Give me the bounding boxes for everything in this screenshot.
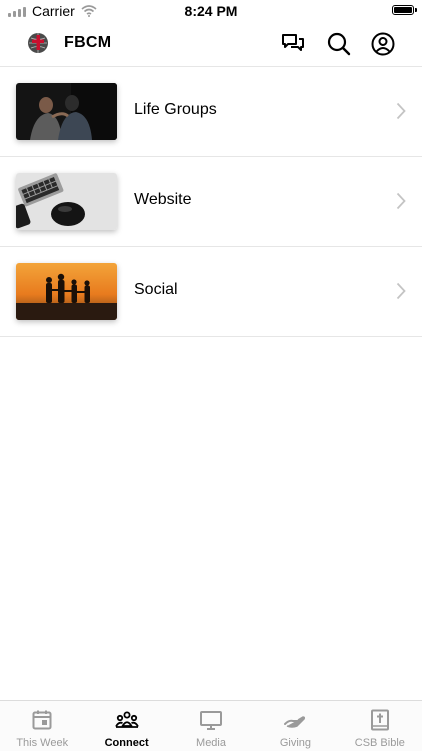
tab-bar: This Week Connect Media Giving CSB Bible xyxy=(0,700,422,751)
status-bar: Carrier 8:24 PM xyxy=(0,0,422,22)
list-item-label: Website xyxy=(134,191,192,208)
monitor-icon xyxy=(200,711,223,730)
people-icon xyxy=(114,711,139,728)
connect-list: Life Groups Website Social xyxy=(0,66,422,337)
app-header: FBCM xyxy=(0,22,422,66)
church-logo-icon xyxy=(28,33,48,53)
status-time: 8:24 PM xyxy=(184,3,238,19)
chevron-right-icon xyxy=(396,102,406,120)
chevron-right-icon xyxy=(396,192,406,210)
list-item-label: Social xyxy=(134,281,178,298)
website-image xyxy=(16,173,117,230)
tab-connect[interactable]: Connect xyxy=(84,701,168,751)
tab-csb-bible[interactable]: CSB Bible xyxy=(338,701,422,751)
giving-hand-icon xyxy=(284,716,306,728)
chat-icon[interactable] xyxy=(280,31,306,57)
tab-this-week[interactable]: This Week xyxy=(0,701,84,751)
account-icon[interactable] xyxy=(370,31,396,57)
chevron-right-icon xyxy=(396,282,406,300)
list-item-label: Life Groups xyxy=(134,101,217,118)
list-item-website[interactable]: Website xyxy=(0,157,422,247)
search-icon[interactable] xyxy=(326,31,352,57)
tab-label: CSB Bible xyxy=(354,737,405,749)
battery-icon xyxy=(392,5,417,15)
list-item-life-groups[interactable]: Life Groups xyxy=(0,66,422,157)
app-title: FBCM xyxy=(64,34,112,51)
tab-label: Media xyxy=(196,737,226,749)
life-groups-image xyxy=(16,83,117,140)
tab-label: Connect xyxy=(104,737,149,749)
tab-media[interactable]: Media xyxy=(169,701,253,751)
calendar-icon xyxy=(32,710,52,730)
list-item-social[interactable]: Social xyxy=(0,247,422,337)
tab-giving[interactable]: Giving xyxy=(253,701,337,751)
social-image xyxy=(16,263,117,320)
tab-label: This Week xyxy=(16,737,69,749)
bible-icon xyxy=(370,709,389,731)
tab-label: Giving xyxy=(279,737,312,749)
